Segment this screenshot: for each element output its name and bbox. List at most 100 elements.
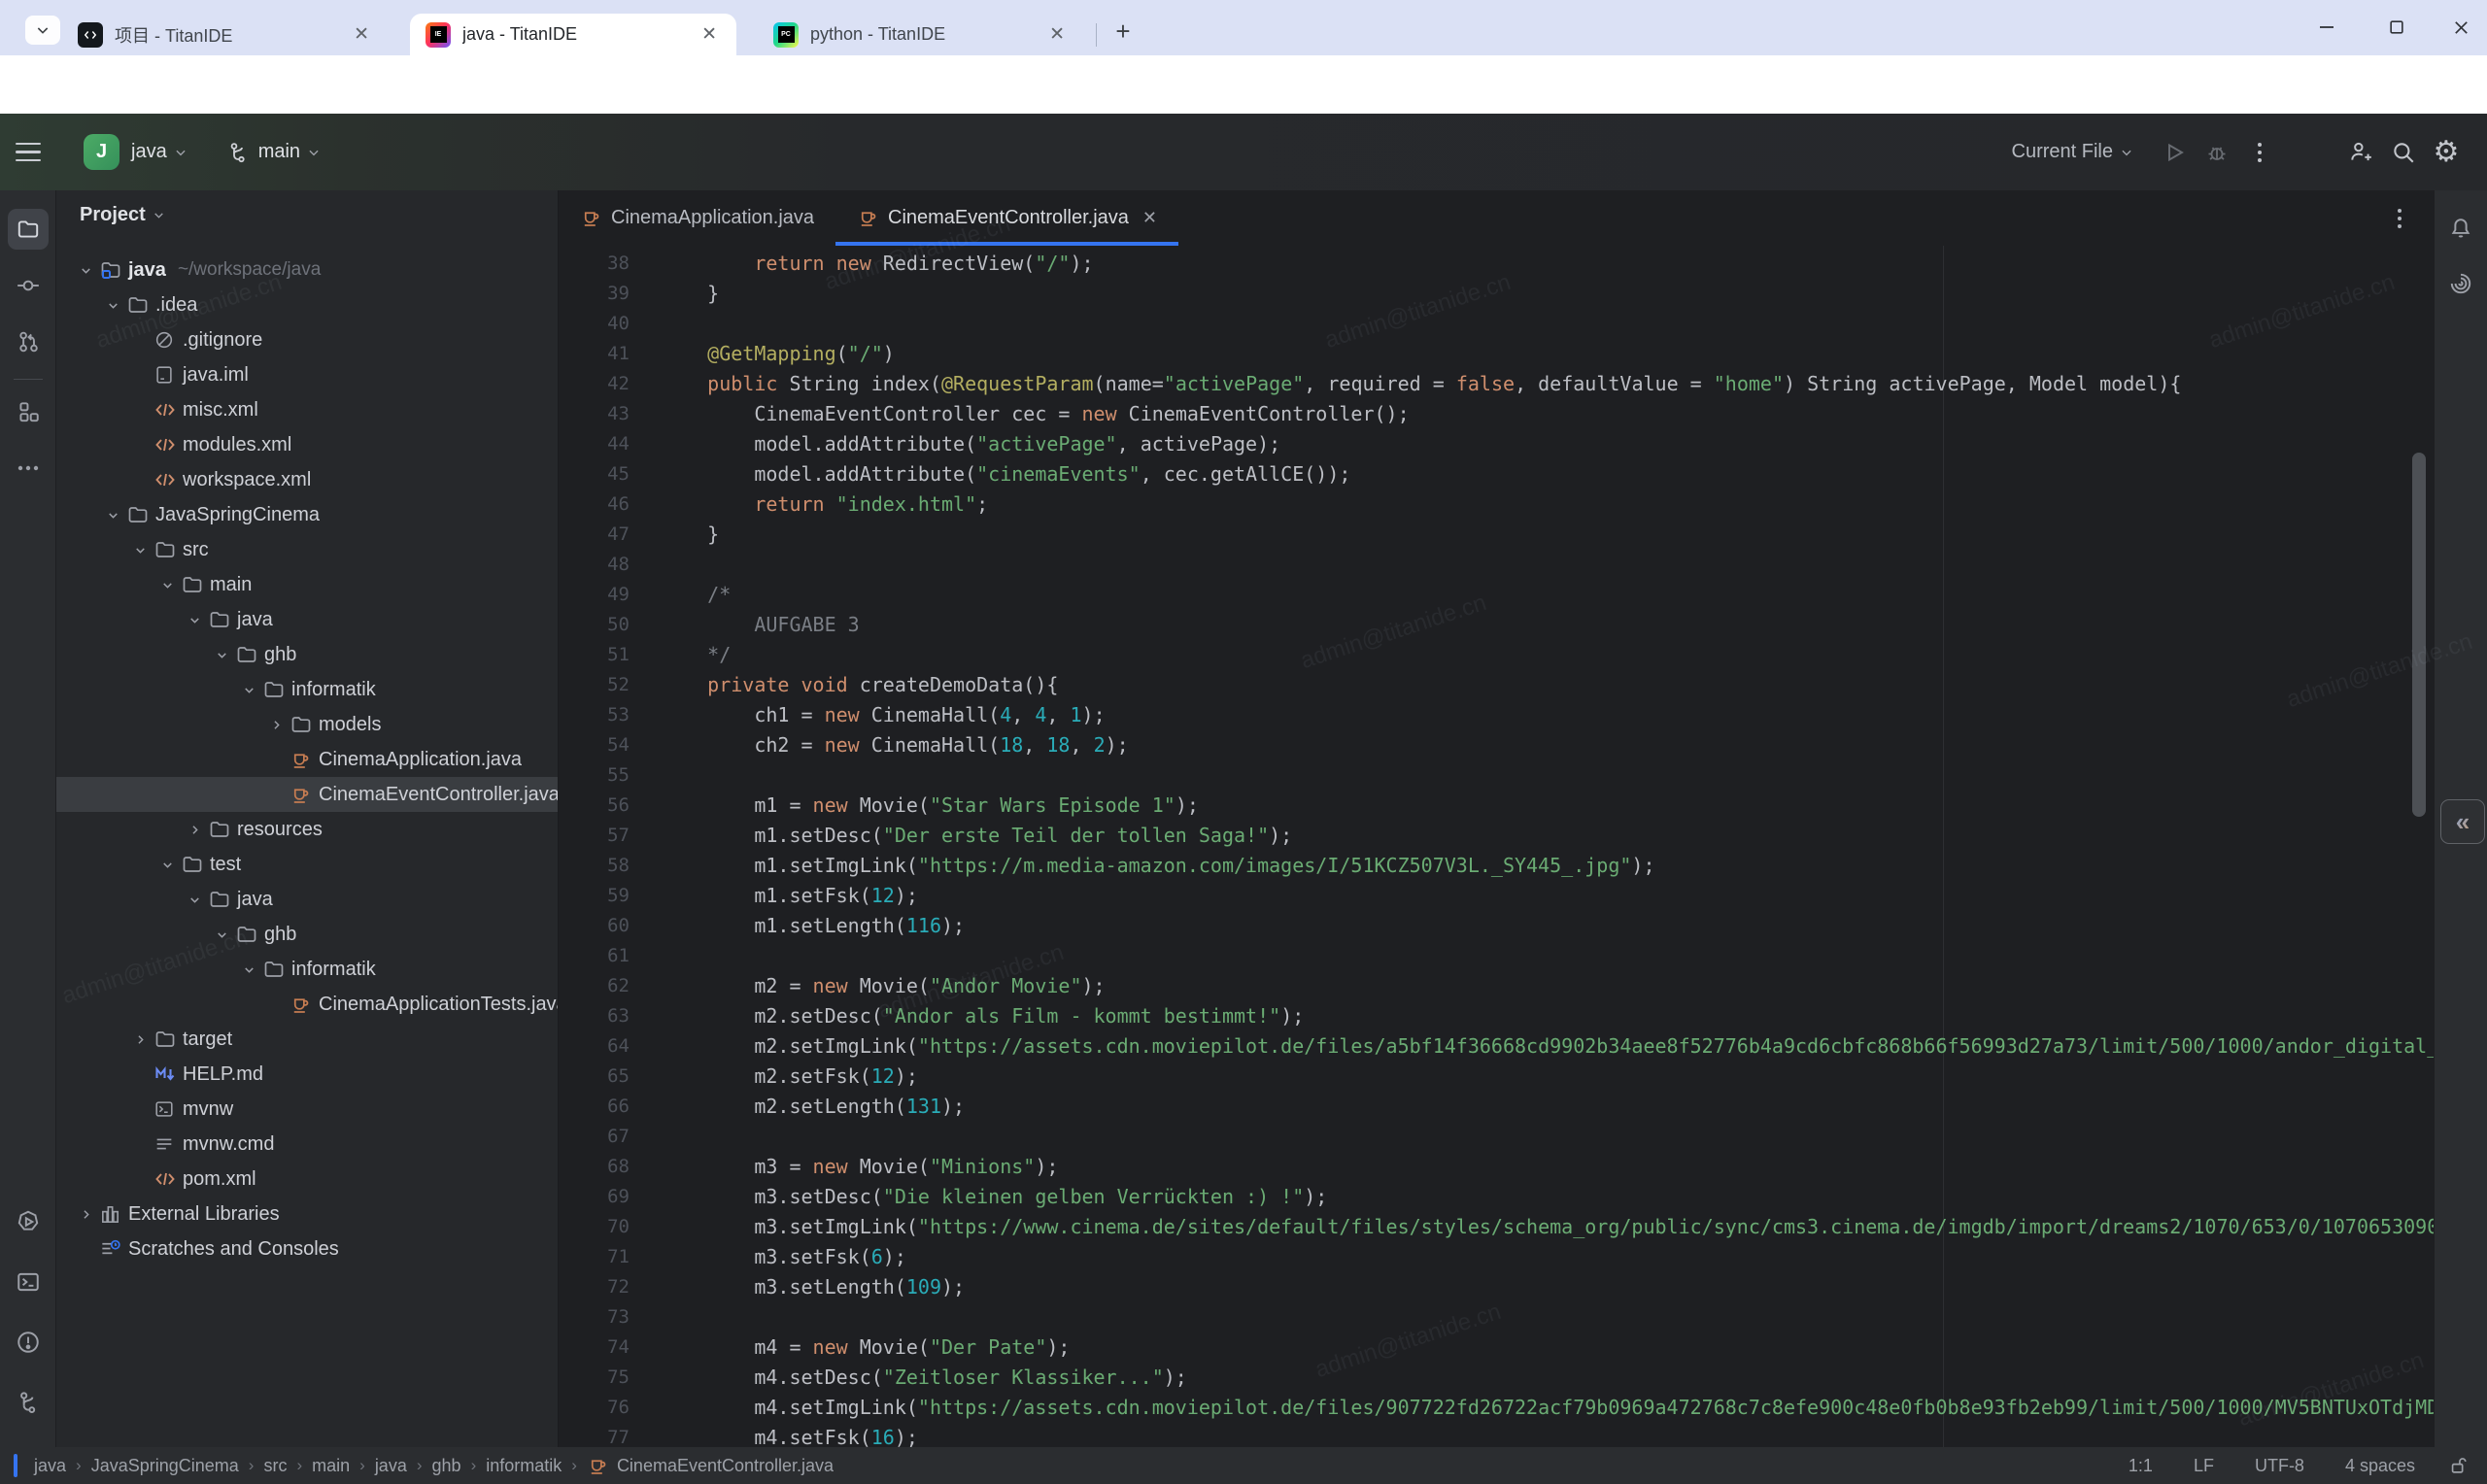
terminal-tool-icon[interactable]	[0, 1257, 56, 1307]
tree-item--gitignore[interactable]: .gitignore	[56, 322, 559, 357]
code-line[interactable]: 67	[559, 1122, 2434, 1152]
code-line[interactable]: 38 return new RedirectView("/");	[559, 249, 2434, 279]
tree-item-models[interactable]: models	[56, 707, 559, 742]
tree-item--idea[interactable]: .idea	[56, 287, 559, 322]
tab-search-button[interactable]	[25, 16, 60, 45]
vertical-scrollbar[interactable]	[2412, 453, 2426, 817]
code-line[interactable]: 55	[559, 760, 2434, 791]
chevron-down-icon[interactable]	[99, 298, 126, 313]
tree-item-javaspringcinema[interactable]: JavaSpringCinema	[56, 497, 559, 532]
tree-item-java[interactable]: java	[56, 602, 559, 637]
code-line[interactable]: 48	[559, 550, 2434, 580]
code-line[interactable]: 65 m2.setFsk(12);	[559, 1062, 2434, 1092]
run-config-selector[interactable]: Current File	[2012, 141, 2113, 163]
chevron-right-icon[interactable]	[262, 718, 290, 732]
chevron-down-icon[interactable]	[235, 962, 262, 977]
code-line[interactable]: 50 AUFGABE 3	[559, 610, 2434, 640]
code-line[interactable]: 49 /*	[559, 580, 2434, 610]
tree-item-ghb[interactable]: ghb	[56, 917, 559, 952]
browser-tab[interactable]: IEjava - TitanIDE✕	[410, 14, 736, 55]
tree-item-java-iml[interactable]: java.iml	[56, 357, 559, 392]
code-line[interactable]: 77 m4.setFsk(16);	[559, 1423, 2434, 1447]
new-tab-button[interactable]: +	[1107, 16, 1139, 47]
close-tab-icon[interactable]: ✕	[696, 23, 723, 46]
chevron-down-icon[interactable]	[181, 613, 208, 627]
chevron-down-icon[interactable]	[99, 508, 126, 523]
tree-item-resources[interactable]: resources	[56, 812, 559, 847]
code-line[interactable]: 70 m3.setImgLink("https://www.cinema.de/…	[559, 1212, 2434, 1242]
tree-item-mvnw[interactable]: mvnw	[56, 1092, 559, 1127]
code-line[interactable]: 52 private void createDemoData(){	[559, 670, 2434, 700]
code-line[interactable]: 68 m3 = new Movie("Minions");	[559, 1152, 2434, 1182]
tree-item-cinemaapplication-java[interactable]: CinemaApplication.java	[56, 742, 559, 777]
breadcrumb-item[interactable]: java	[375, 1456, 407, 1476]
breadcrumb-item[interactable]: informatik	[486, 1456, 562, 1476]
code-line[interactable]: 46 return "index.html";	[559, 489, 2434, 520]
editor-tab-options-button[interactable]	[2397, 190, 2402, 246]
code-line[interactable]: 74 m4 = new Movie("Der Pate");	[559, 1332, 2434, 1363]
project-panel-header[interactable]: Project	[80, 204, 165, 226]
code-line[interactable]: 76 m4.setImgLink("https://assets.cdn.mov…	[559, 1393, 2434, 1423]
chevron-down-icon[interactable]	[72, 263, 99, 278]
tree-item-java[interactable]: java~/workspace/java	[56, 253, 559, 287]
problems-tool-icon[interactable]	[0, 1317, 56, 1367]
code-editor[interactable]: 38 return new RedirectView("/");39 }4041…	[559, 246, 2434, 1447]
commit-tool-icon[interactable]	[0, 260, 56, 311]
collapse-panel-button[interactable]: «	[2440, 799, 2485, 844]
chevron-down-icon[interactable]	[181, 893, 208, 907]
git-tool-icon[interactable]	[0, 1377, 56, 1428]
code-line[interactable]: 73	[559, 1302, 2434, 1332]
chevron-down-icon[interactable]	[153, 578, 181, 592]
chevron-right-icon[interactable]	[181, 823, 208, 837]
status-item[interactable]: UTF-8	[2255, 1456, 2304, 1476]
code-line[interactable]: 45 model.addAttribute("cinemaEvents", ce…	[559, 459, 2434, 489]
tree-item-target[interactable]: target	[56, 1022, 559, 1057]
more-actions-button[interactable]	[2238, 131, 2281, 174]
structure-tool-icon[interactable]	[0, 387, 56, 437]
chevron-down-icon[interactable]	[235, 683, 262, 697]
breadcrumb-item[interactable]: CinemaEventController.java	[587, 1455, 834, 1477]
code-line[interactable]: 75 m4.setDesc("Zeitloser Klassiker...");	[559, 1363, 2434, 1393]
services-tool-icon[interactable]	[0, 1197, 56, 1247]
code-line[interactable]: 53 ch1 = new CinemaHall(4, 4, 1);	[559, 700, 2434, 730]
debug-button[interactable]	[2196, 131, 2238, 174]
tree-item-workspace-xml[interactable]: workspace.xml	[56, 462, 559, 497]
tree-item-pom-xml[interactable]: pom.xml	[56, 1162, 559, 1197]
notifications-bell-icon[interactable]	[2433, 202, 2487, 253]
code-line[interactable]: 47 }	[559, 520, 2434, 550]
code-line[interactable]: 61	[559, 941, 2434, 971]
code-line[interactable]: 44 model.addAttribute("activePage", acti…	[559, 429, 2434, 459]
code-line[interactable]: 58 m1.setImgLink("https://m.media-amazon…	[559, 851, 2434, 881]
code-line[interactable]: 60 m1.setLength(116);	[559, 911, 2434, 941]
breadcrumb-item[interactable]: main	[312, 1456, 350, 1476]
settings-button[interactable]: ⚙	[2425, 131, 2468, 174]
editor-tab[interactable]: CinemaApplication.java	[559, 190, 835, 246]
tree-item-test[interactable]: test	[56, 847, 559, 882]
chevron-right-icon[interactable]	[72, 1207, 99, 1222]
chevron-down-icon[interactable]	[208, 648, 235, 662]
project-badge[interactable]: J	[84, 134, 119, 170]
chevron-down-icon[interactable]	[153, 858, 181, 872]
code-line[interactable]: 42 public String index(@RequestParam(nam…	[559, 369, 2434, 399]
code-line[interactable]: 56 m1 = new Movie("Star Wars Episode 1")…	[559, 791, 2434, 821]
window-maximize-button[interactable]	[2374, 12, 2419, 43]
editor-tab[interactable]: CinemaEventController.java✕	[835, 190, 1178, 246]
window-close-button[interactable]	[2438, 12, 2483, 43]
vcs-update-tool-icon[interactable]	[0, 317, 56, 367]
close-tab-icon[interactable]: ✕	[1142, 208, 1157, 228]
run-button[interactable]	[2153, 131, 2196, 174]
tree-item-cinemaeventcontroller-java[interactable]: CinemaEventController.java	[56, 777, 559, 812]
tree-item-main[interactable]: main	[56, 567, 559, 602]
tree-item-informatik[interactable]: informatik	[56, 952, 559, 987]
breadcrumb-item[interactable]: JavaSpringCinema	[91, 1456, 239, 1476]
tree-item-misc-xml[interactable]: misc.xml	[56, 392, 559, 427]
breadcrumb-item[interactable]: java	[14, 1456, 66, 1476]
main-menu-button[interactable]	[0, 143, 56, 162]
window-minimize-button[interactable]	[2304, 12, 2349, 43]
tree-item-external-libraries[interactable]: External Libraries	[56, 1197, 559, 1231]
project-selector[interactable]: java	[131, 141, 167, 163]
code-line[interactable]: 54 ch2 = new CinemaHall(18, 18, 2);	[559, 730, 2434, 760]
tree-item-mvnw-cmd[interactable]: mvnw.cmd	[56, 1127, 559, 1162]
code-line[interactable]: 66 m2.setLength(131);	[559, 1092, 2434, 1122]
git-branch-selector[interactable]: main	[226, 141, 321, 164]
